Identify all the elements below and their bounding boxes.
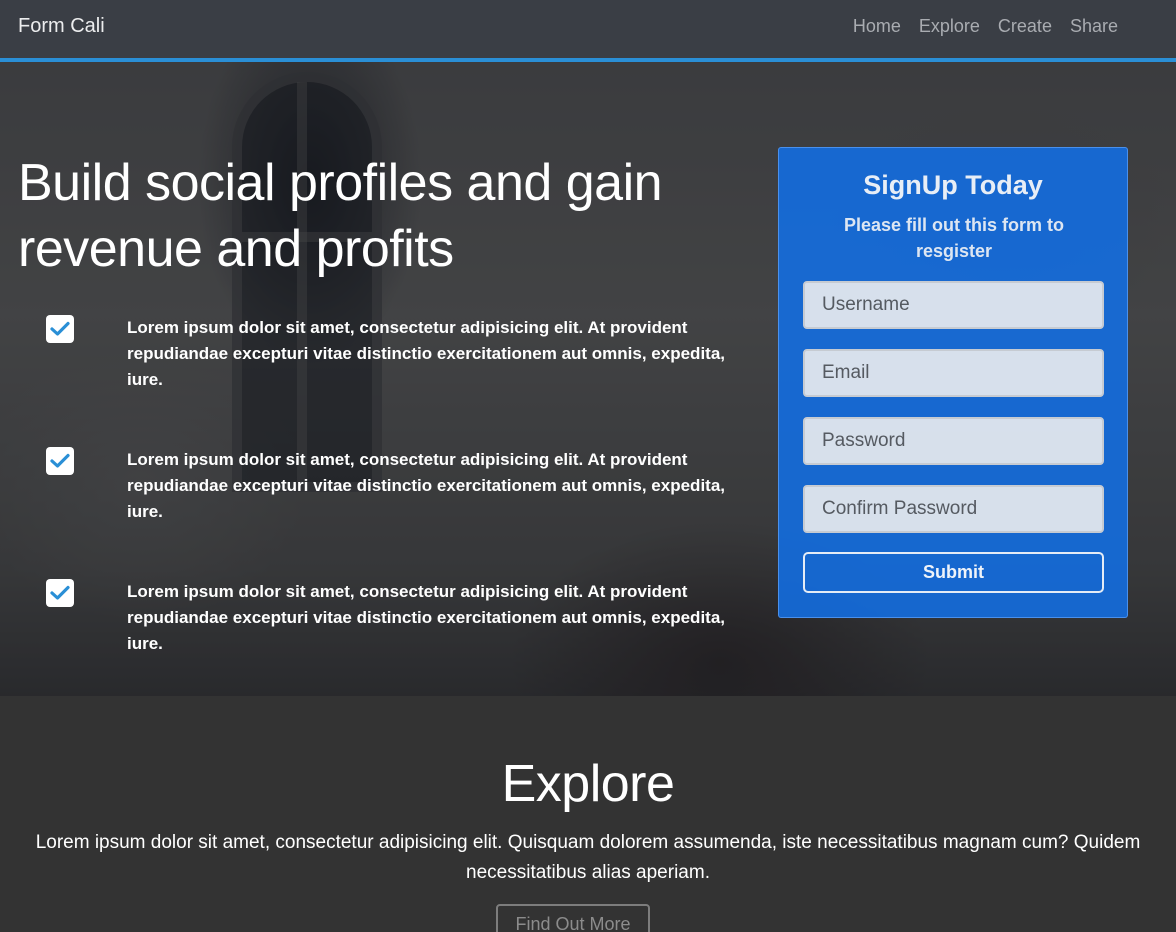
find-out-more-button[interactable]: Find Out More bbox=[496, 904, 650, 932]
signup-title: SignUp Today bbox=[863, 170, 1043, 200]
hero-title-emphasis-2: profits bbox=[315, 220, 455, 278]
feature-text: Lorem ipsum dolor sit amet, consectetur … bbox=[127, 450, 726, 521]
confirm-password-field[interactable] bbox=[803, 485, 1104, 533]
signup-subtitle: Please fill out this form to resgister bbox=[843, 215, 1065, 261]
explore-section: Explore Lorem ipsum dolor sit amet, cons… bbox=[0, 696, 1176, 932]
username-field[interactable] bbox=[803, 281, 1104, 329]
feature-text: Lorem ipsum dolor sit amet, consectetur … bbox=[127, 582, 726, 653]
feature-text: Lorem ipsum dolor sit amet, consectetur … bbox=[127, 318, 726, 389]
password-field[interactable] bbox=[803, 417, 1104, 465]
navbar: Form Cali Home Explore Create Share bbox=[0, 0, 1176, 62]
explore-text: Lorem ipsum dolor sit amet, consectetur … bbox=[35, 832, 1141, 883]
checkmark-icon bbox=[46, 315, 74, 343]
nav-link-create[interactable]: Create bbox=[998, 16, 1052, 37]
nav-link-home[interactable]: Home bbox=[853, 16, 901, 37]
signup-form: SignUp Today Please fill out this form t… bbox=[778, 147, 1128, 618]
brand-logo[interactable]: Form Cali bbox=[18, 15, 105, 38]
hero-title: Build social profiles and gain revenue a… bbox=[18, 150, 758, 282]
hero-title-part-1: Build bbox=[18, 154, 146, 212]
hero-title-emphasis-1: social profiles bbox=[145, 154, 453, 212]
email-field[interactable] bbox=[803, 349, 1104, 397]
explore-title: Explore bbox=[501, 755, 675, 813]
checkmark-icon bbox=[46, 579, 74, 607]
nav-link-share[interactable]: Share bbox=[1070, 16, 1118, 37]
submit-button[interactable]: Submit bbox=[803, 552, 1104, 593]
hero-section: Build social profiles and gain revenue a… bbox=[0, 62, 1176, 696]
nav-links: Home Explore Create Share bbox=[853, 16, 1118, 37]
nav-link-explore[interactable]: Explore bbox=[919, 16, 980, 37]
checkmark-icon bbox=[46, 447, 74, 475]
